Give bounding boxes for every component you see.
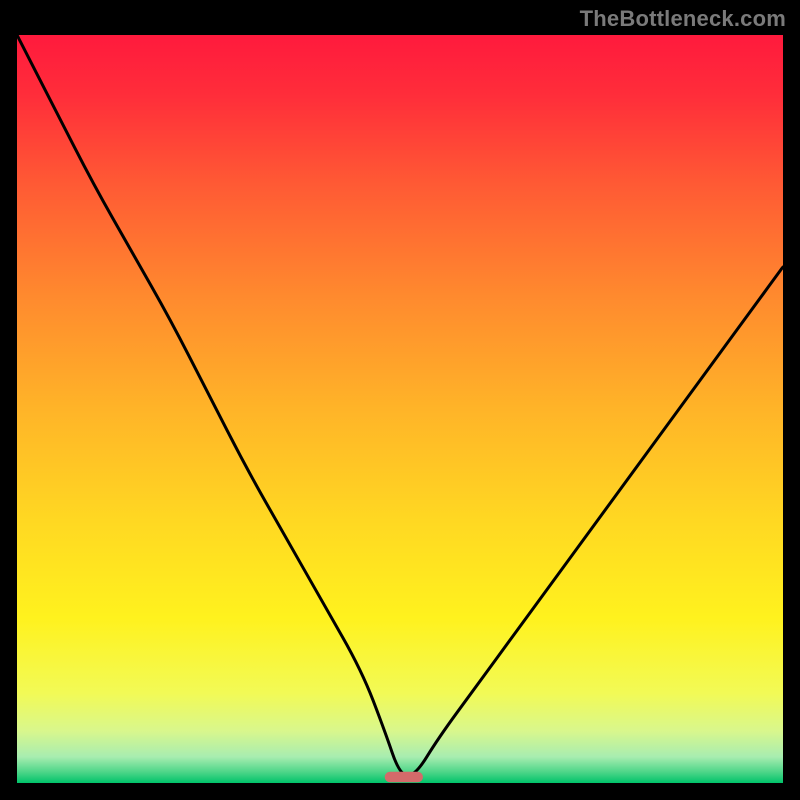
chart-frame: TheBottleneck.com (0, 0, 800, 800)
watermark-label: TheBottleneck.com (580, 6, 786, 32)
chart-svg (17, 35, 783, 783)
plot-area (17, 35, 783, 783)
background-gradient (17, 35, 783, 783)
optimal-range-marker (385, 772, 423, 782)
